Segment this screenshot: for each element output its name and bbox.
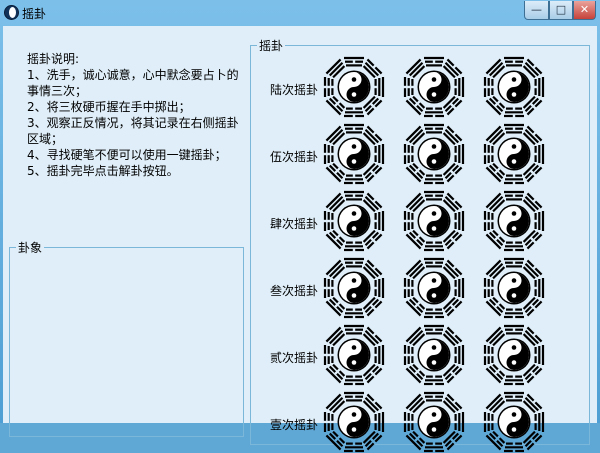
instruction-line: 事情三次； xyxy=(27,84,88,98)
bagua-taiji-icon[interactable] xyxy=(483,190,545,252)
instruction-line: 3、观察正反情况，将其记录在右侧摇卦 xyxy=(27,116,239,130)
instruction-line: 2、将三枚硬币握在手中掷出； xyxy=(27,100,191,114)
close-button[interactable]: ✕ xyxy=(573,1,596,20)
bagua-taiji-icon[interactable] xyxy=(483,123,545,185)
app-window: 摇卦 — □ ✕ 摇卦说明: 1、洗手，诚心诚意，心中默念要占卜的 事情三次； … xyxy=(0,0,600,423)
instruction-line: 4、寻找硬笔不便可以使用一键摇卦； xyxy=(27,148,227,162)
bagua-taiji-icon[interactable] xyxy=(323,190,385,252)
bagua-taiji-icon[interactable] xyxy=(403,56,465,118)
bagua-taiji-icon[interactable] xyxy=(403,324,465,386)
bagua-taiji-icon[interactable] xyxy=(403,391,465,453)
gua-result-group: 卦象 xyxy=(9,239,244,437)
row-label-5: 伍次摇卦 xyxy=(270,150,319,164)
bagua-taiji-icon[interactable] xyxy=(403,190,465,252)
minimize-button[interactable]: — xyxy=(524,1,549,20)
cast-group: 摇卦 陆次摇卦 伍次摇卦 肆次摇卦 叁次摇卦 贰次摇卦 壹次摇卦 xyxy=(250,37,590,445)
bagua-taiji-icon[interactable] xyxy=(323,123,385,185)
row-label-6: 陆次摇卦 xyxy=(270,83,319,97)
bagua-taiji-icon[interactable] xyxy=(403,123,465,185)
client-area: 摇卦说明: 1、洗手，诚心诚意，心中默念要占卜的 事情三次； 2、将三枚硬币握在… xyxy=(3,26,597,423)
window-title: 摇卦 xyxy=(22,7,47,21)
row-label-2: 贰次摇卦 xyxy=(270,351,319,365)
row-label-1: 壹次摇卦 xyxy=(270,418,319,432)
cast-group-title: 摇卦 xyxy=(257,37,286,54)
bagua-taiji-icon[interactable] xyxy=(403,257,465,319)
row-label-4: 肆次摇卦 xyxy=(270,217,319,231)
row-label-3: 叁次摇卦 xyxy=(270,284,319,298)
instruction-line: 1、洗手，诚心诚意，心中默念要占卜的 xyxy=(27,68,239,82)
bagua-taiji-icon[interactable] xyxy=(323,391,385,453)
bagua-taiji-icon[interactable] xyxy=(323,324,385,386)
instructions-heading: 摇卦说明: xyxy=(27,52,80,66)
gua-result-title: 卦象 xyxy=(16,239,45,256)
bagua-taiji-icon[interactable] xyxy=(323,257,385,319)
app-taiji-icon xyxy=(4,5,19,20)
bagua-taiji-icon[interactable] xyxy=(483,324,545,386)
title-bar: 摇卦 — □ ✕ xyxy=(0,0,600,26)
instructions-panel: 摇卦说明: 1、洗手，诚心诚意，心中默念要占卜的 事情三次； 2、将三枚硬币握在… xyxy=(27,51,242,179)
instruction-line: 5、摇卦完毕点击解卦按钮。 xyxy=(27,164,179,178)
maximize-button[interactable]: □ xyxy=(549,1,573,20)
bagua-taiji-icon[interactable] xyxy=(483,391,545,453)
instruction-line: 区域； xyxy=(27,132,64,146)
bagua-taiji-icon[interactable] xyxy=(483,257,545,319)
bagua-taiji-icon[interactable] xyxy=(483,56,545,118)
bagua-taiji-icon[interactable] xyxy=(323,56,385,118)
